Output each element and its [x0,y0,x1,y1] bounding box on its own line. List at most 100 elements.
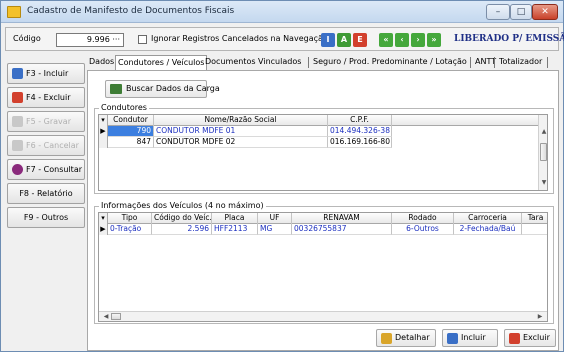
tab-separator [308,57,309,68]
col-cpf[interactable]: C.P.F. [328,115,392,126]
buscar-dados-carga-button[interactable]: Buscar Dados da Carga [105,80,220,98]
cell-nome[interactable]: CONDUTOR MDFE 02 [154,137,328,148]
cell-uf[interactable]: MG [258,224,292,235]
scroll-thumb[interactable] [111,313,121,320]
detalhar-button[interactable]: Detalhar [376,329,436,347]
table-row[interactable]: 847 CONDUTOR MDFE 02 016.169.166-80 [99,137,539,148]
relatorio-button[interactable]: F8 - Relatório [7,183,85,204]
col-codigo-veiculo[interactable]: Código do Veíc... [152,213,212,224]
next-record-button[interactable]: › [411,33,425,47]
save-icon [12,116,23,127]
current-row-icon: ▶ [99,126,108,137]
tab-totalizador[interactable]: Totalizador [497,55,544,70]
cell-codigo-veiculo[interactable]: 2.596 [152,224,212,235]
scroll-right-icon[interactable]: ▶ [535,312,545,321]
tab-separator [494,57,495,68]
veiculos-horizontal-scrollbar[interactable]: ◀ ▶ [99,311,547,321]
excluir-veiculo-button[interactable]: Excluir [504,329,556,347]
cancelar-button[interactable]: F6 - Cancelar [7,135,85,156]
veiculos-group: Informações dos Veículos (4 no máximo) ▾… [94,201,554,324]
detail-icon [381,333,392,344]
nav-i-button[interactable]: I [321,33,335,47]
tab-condutores-veiculos[interactable]: Condutores / Veículos [115,55,208,70]
tab-separator [470,57,471,68]
record-toolbar: Código 9.996 ··· Ignorar Registros Cance… [5,27,564,51]
condutores-veiculos-panel: Buscar Dados da Carga Condutores ▾ Condu… [87,70,559,351]
row-selector-icon: ▾ [99,115,108,126]
tab-documentos-vinculados[interactable]: Documentos Vinculados [203,55,303,70]
scroll-thumb[interactable] [540,143,547,161]
codigo-lookup-button[interactable]: ··· [112,35,120,44]
status-text: LIBERADO P/ EMISSÃO [454,34,564,44]
app-folder-icon [7,6,21,18]
col-tara[interactable]: Tara [522,213,547,224]
incluir-button[interactable]: F3 - Incluir [7,63,85,84]
col-rodado[interactable]: Rodado [392,213,454,224]
veiculos-header: ▾ Tipo Código do Veíc... Placa UF RENAVA… [99,213,547,224]
window-title: Cadastro de Manifesto de Documentos Fisc… [27,6,235,16]
scroll-up-icon[interactable]: ▲ [539,127,547,137]
cell-placa[interactable]: HFF2113 [212,224,258,235]
current-row-icon: ▶ [99,224,108,235]
tab-separator [547,57,548,68]
col-tipo[interactable]: Tipo [108,213,152,224]
last-record-button[interactable]: » [427,33,441,47]
cell-carroceria[interactable]: 2-Fechada/Baú [454,224,522,235]
cell-condutor[interactable]: 790 [108,126,154,137]
condutores-vertical-scrollbar[interactable]: ▲ ▼ [538,115,547,190]
nav-a-button[interactable]: A [337,33,351,47]
condutores-title: Condutores [99,103,149,112]
tab-strip: Dados Condutores / Veículos Documentos V… [87,55,559,70]
col-uf[interactable]: UF [258,213,292,224]
table-row[interactable]: ▶ 790 CONDUTOR MDFE 01 014.494.326-38 [99,126,539,137]
cell-tara[interactable] [522,224,547,235]
cell-nome[interactable]: CONDUTOR MDFE 01 [154,126,328,137]
codigo-label: Código [13,34,41,43]
truck-icon [110,84,122,94]
cell-rodado[interactable]: 6-Outros [392,224,454,235]
scroll-left-icon[interactable]: ◀ [101,312,111,321]
col-placa[interactable]: Placa [212,213,258,224]
excluir-button[interactable]: F4 - Excluir [7,87,85,108]
col-renavam[interactable]: RENAVAM [292,213,392,224]
incluir-veiculo-label: Incluir [461,333,486,342]
row-selector-icon: ▾ [99,213,108,224]
gravar-button[interactable]: F5 - Gravar [7,111,85,132]
delete-icon [12,92,23,103]
scroll-down-icon[interactable]: ▼ [539,178,547,188]
relatorio-label: F8 - Relatório [19,189,73,198]
veiculos-grid[interactable]: ▾ Tipo Código do Veíc... Placa UF RENAVA… [98,212,548,322]
main-window: Cadastro de Manifesto de Documentos Fisc… [0,0,564,352]
table-row[interactable]: ▶ 0-Tração 2.596 HFF2113 MG 00326755837 … [99,224,547,235]
ignorar-cancelados-checkbox[interactable] [138,35,147,44]
cancelar-label: F6 - Cancelar [26,141,79,150]
cell-tipo[interactable]: 0-Tração [108,224,152,235]
incluir-veiculo-button[interactable]: Incluir [442,329,498,347]
plus-icon [447,333,458,344]
tab-seguro[interactable]: Seguro / Prod. Predominante / Lotação [311,55,469,70]
plus-icon [12,68,23,79]
cell-cpf[interactable]: 014.494.326-38 [328,126,392,137]
veiculos-title: Informações dos Veículos (4 no máximo) [99,201,266,210]
close-button[interactable]: ✕ [532,4,558,20]
prev-record-button[interactable]: ‹ [395,33,409,47]
minimize-button[interactable]: – [486,4,510,20]
col-carroceria[interactable]: Carroceria [454,213,522,224]
maximize-button[interactable]: □ [510,4,532,20]
col-condutor[interactable]: Condutor [108,115,154,126]
outros-label: F9 - Outros [23,213,69,222]
tab-dados[interactable]: Dados [87,55,116,70]
consultar-button[interactable]: F7 - Consultar [7,159,85,180]
codigo-field[interactable]: 9.996 ··· [56,33,124,47]
first-record-button[interactable]: « [379,33,393,47]
nav-e-button[interactable]: E [353,33,367,47]
excluir-label: F4 - Excluir [26,93,71,102]
col-nome[interactable]: Nome/Razão Social [154,115,328,126]
row-indicator [99,137,108,148]
outros-button[interactable]: F9 - Outros [7,207,85,228]
cell-cpf[interactable]: 016.169.166-80 [328,137,392,148]
condutores-header: ▾ Condutor Nome/Razão Social C.P.F. [99,115,539,126]
cell-condutor[interactable]: 847 [108,137,154,148]
cell-renavam[interactable]: 00326755837 [292,224,392,235]
condutores-grid[interactable]: ▾ Condutor Nome/Razão Social C.P.F. ▶ 79… [98,114,548,191]
